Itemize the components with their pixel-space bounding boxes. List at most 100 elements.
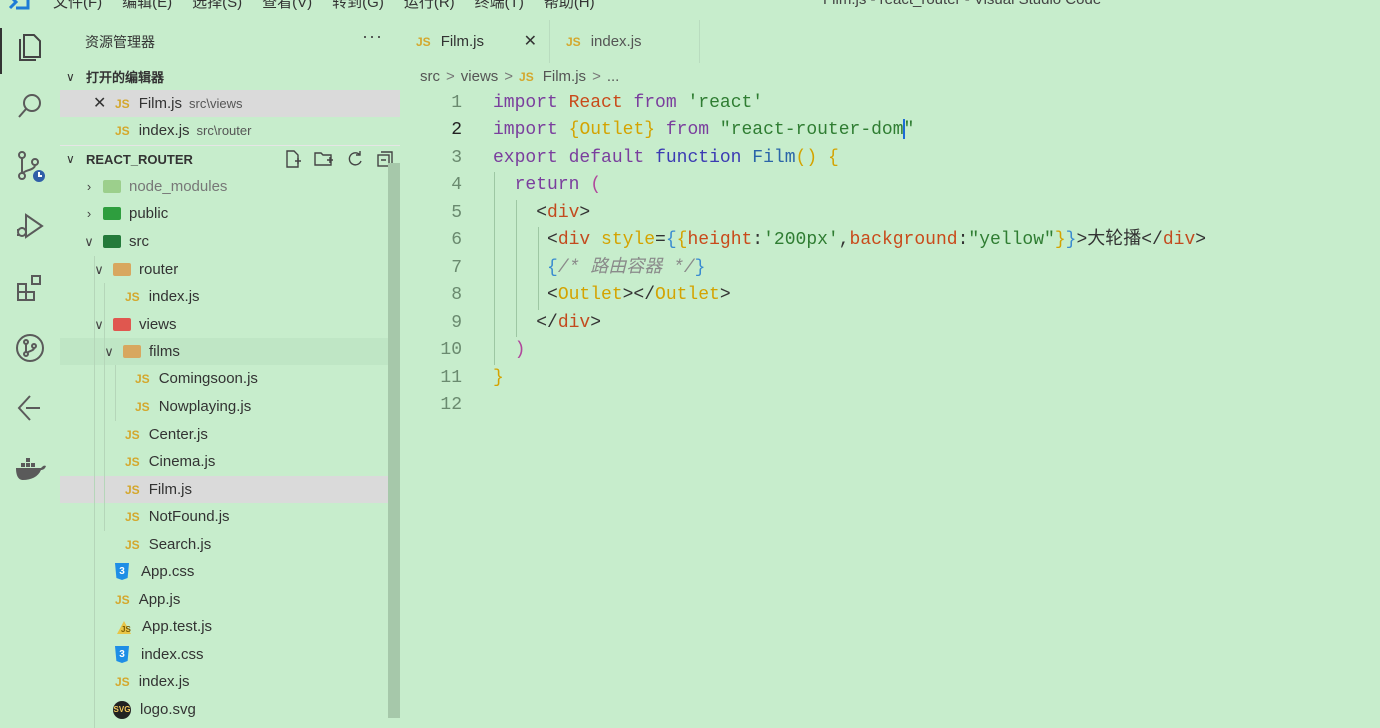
tree-item-comingsoon[interactable]: JS Comingsoon.js [60,365,400,392]
tree-item-label: Search.js [148,536,212,553]
source-control-icon[interactable] [12,148,48,184]
tree-item-search[interactable]: JS Search.js [60,531,400,558]
tree-item-label: src [129,233,149,250]
breadcrumb-separator: > [592,68,601,85]
tree-item-cinema[interactable]: JS Cinema.js [60,448,400,475]
tree-item-logo-svg[interactable]: SVG logo.svg [60,696,400,723]
project-section[interactable]: ∨ REACT_ROUTER [60,145,400,172]
title-bar: 文件(F) 编辑(E) 选择(S) 查看(V) 转到(G) 运行(R) 终端(T… [0,0,1380,10]
js-file-icon: JS [125,509,140,524]
tree-item-label: index.js [138,673,190,690]
explorer-title: 资源管理器 [85,34,155,50]
tree-item-label: logo.svg [140,701,196,718]
line-number: 7 [451,258,462,278]
breadcrumb-views[interactable]: views [461,68,499,85]
open-editors-label: 打开的编辑器 [86,70,165,85]
tree-item-center[interactable]: JS Center.js [60,421,400,448]
code-line[interactable]: <Outlet></Outlet> [493,282,731,309]
close-icon[interactable]: ✕ [524,31,537,51]
remote-explorer-icon[interactable] [12,390,48,426]
breadcrumb-file[interactable]: Film.js [543,68,586,85]
new-file-icon[interactable] [283,149,303,172]
code-line[interactable]: export default function Film() { [493,145,839,172]
folder-icon [113,318,131,331]
tree-item-index-js[interactable]: JS index.js [60,668,400,695]
menu-go[interactable]: 转到(G) [332,0,384,10]
menu-bar: 文件(F) 编辑(E) 选择(S) 查看(V) 转到(G) 运行(R) 终端(T… [53,0,615,10]
breadcrumb-symbol[interactable]: ... [607,68,620,85]
open-editor-path: src\views [189,96,243,111]
tree-item-index-css[interactable]: 3 index.css [60,641,400,668]
tree-item-app-css[interactable]: 3 App.css [60,558,400,585]
tree-item-nowplaying[interactable]: JS Nowplaying.js [60,393,400,420]
tree-item-src[interactable]: ∨ src [60,228,400,255]
menu-terminal[interactable]: 终端(T) [475,0,524,10]
folder-icon [113,263,131,276]
tab-film-js[interactable]: JS Film.js ✕ [400,20,550,63]
css-file-icon: 3 [115,563,129,580]
docker-icon[interactable] [12,450,48,486]
tree-item-router[interactable]: ∨ router [60,256,400,283]
line-number: 6 [451,230,462,250]
open-editors-section[interactable]: ∨ 打开的编辑器 [60,63,400,90]
code-editor[interactable]: 1 2 3 4 5 6 7 8 9 10 11 12 import React … [400,90,1380,718]
code-line[interactable]: <div style={{height:'200px',background:"… [493,227,1206,254]
code-line[interactable]: return ( [493,172,601,199]
tree-item-app-test-js[interactable]: JS App.test.js [60,613,400,640]
open-editor-item[interactable]: ✕ JS Film.js src\views [60,90,400,117]
more-actions-button[interactable]: ··· [362,26,383,47]
tab-index-js[interactable]: JS index.js [550,20,700,63]
tree-item-app-js[interactable]: JS App.js [60,586,400,613]
breadcrumb-src[interactable]: src [420,68,440,85]
tree-item-label: index.js [148,288,200,305]
tree-item-public[interactable]: › public [60,200,400,227]
tree-item-views[interactable]: ∨ views [60,311,400,338]
js-file-icon: JS [125,289,140,304]
run-debug-icon[interactable] [12,208,48,244]
code-line[interactable]: import {Outlet} from "react-router-dom" [493,117,914,144]
menu-help[interactable]: 帮助(H) [544,0,595,10]
extensions-icon[interactable] [12,270,48,306]
tree-item-router-index-js[interactable]: JS index.js [60,283,400,310]
menu-view[interactable]: 查看(V) [262,0,312,10]
close-icon[interactable]: ✕ [93,93,106,113]
files-icon[interactable] [0,28,48,74]
line-number: 5 [451,203,462,223]
new-folder-icon[interactable] [313,149,335,172]
tree-item-film[interactable]: JS Film.js [60,476,400,503]
code-line[interactable]: } [493,365,504,392]
activity-bar [0,10,60,718]
explorer-header: 资源管理器 ··· [60,26,400,56]
menu-run[interactable]: 运行(R) [404,0,455,10]
indent-guide [104,283,105,531]
code-line[interactable]: ) [493,337,526,364]
sidebar-scrollbar[interactable] [388,163,400,718]
refresh-icon[interactable] [345,149,365,172]
chevron-down-icon: ∨ [66,69,75,84]
menu-edit[interactable]: 编辑(E) [122,0,172,10]
code-line[interactable]: </div> [493,310,601,337]
menu-selection[interactable]: 选择(S) [192,0,242,10]
search-icon[interactable] [12,88,48,124]
menu-file[interactable]: 文件(F) [53,0,102,10]
tree-item-films[interactable]: ∨ films [60,338,400,365]
open-editor-name: index.js [138,122,190,139]
tree-item-label: films [149,343,180,360]
tree-item-label: Cinema.js [148,453,216,470]
git-graph-icon[interactable] [12,330,48,366]
tree-item-node-modules[interactable]: › node_modules [60,173,400,200]
line-number: 4 [451,175,462,195]
tree-item-label: index.css [141,646,204,663]
code-line[interactable]: <div> [493,200,590,227]
js-file-icon: JS [115,96,130,111]
window-title: Film.js - react_router - Visual Studio C… [823,0,1101,8]
js-file-icon: JS [125,482,140,497]
js-file-icon: JS [125,454,140,469]
js-file-icon: JS [566,34,581,49]
code-line[interactable]: import React from 'react' [493,90,763,117]
code-line[interactable]: {/* 路由容器 */} [493,255,705,282]
open-editor-item[interactable]: JS index.js src\router [60,117,400,144]
js-file-icon: JS [135,399,150,414]
tree-item-notfound[interactable]: JS NotFound.js [60,503,400,530]
line-number: 12 [440,395,462,415]
